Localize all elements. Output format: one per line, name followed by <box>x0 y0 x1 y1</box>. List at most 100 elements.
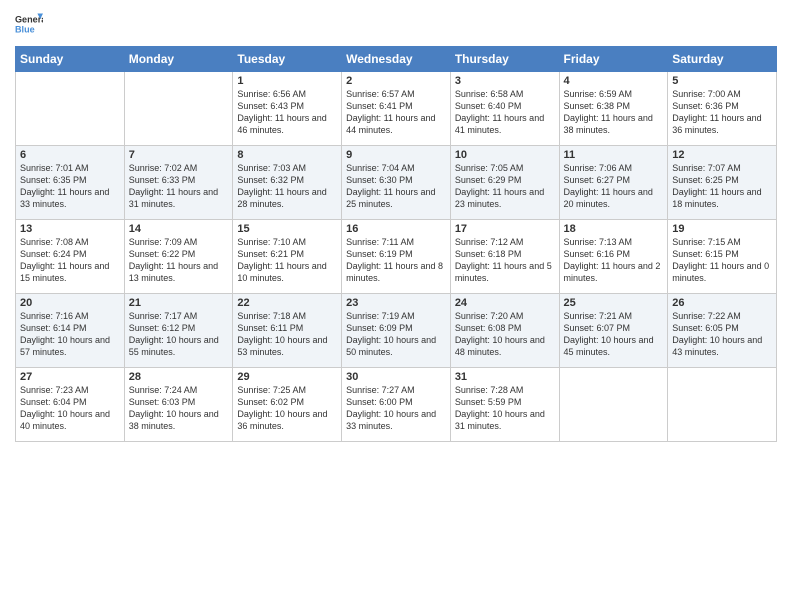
day-info: Sunrise: 6:58 AM Sunset: 6:40 PM Dayligh… <box>455 88 555 137</box>
day-number: 6 <box>20 149 120 161</box>
calendar-cell: 19Sunrise: 7:15 AM Sunset: 6:15 PM Dayli… <box>668 220 777 294</box>
day-info: Sunrise: 7:07 AM Sunset: 6:25 PM Dayligh… <box>672 162 772 211</box>
day-number: 13 <box>20 223 120 235</box>
calendar-cell: 31Sunrise: 7:28 AM Sunset: 5:59 PM Dayli… <box>450 368 559 442</box>
page: General Blue SundayMondayTuesdayWednesda… <box>0 0 792 612</box>
calendar-cell: 21Sunrise: 7:17 AM Sunset: 6:12 PM Dayli… <box>124 294 233 368</box>
calendar-header-row: SundayMondayTuesdayWednesdayThursdayFrid… <box>16 47 777 72</box>
calendar-cell: 27Sunrise: 7:23 AM Sunset: 6:04 PM Dayli… <box>16 368 125 442</box>
day-info: Sunrise: 7:00 AM Sunset: 6:36 PM Dayligh… <box>672 88 772 137</box>
day-number: 16 <box>346 223 446 235</box>
day-info: Sunrise: 7:10 AM Sunset: 6:21 PM Dayligh… <box>237 236 337 285</box>
day-number: 4 <box>564 75 664 87</box>
day-info: Sunrise: 7:12 AM Sunset: 6:18 PM Dayligh… <box>455 236 555 285</box>
calendar-cell <box>124 72 233 146</box>
calendar-cell: 26Sunrise: 7:22 AM Sunset: 6:05 PM Dayli… <box>668 294 777 368</box>
day-info: Sunrise: 7:13 AM Sunset: 6:16 PM Dayligh… <box>564 236 664 285</box>
day-number: 19 <box>672 223 772 235</box>
calendar-week-row: 6Sunrise: 7:01 AM Sunset: 6:35 PM Daylig… <box>16 146 777 220</box>
calendar-cell: 29Sunrise: 7:25 AM Sunset: 6:02 PM Dayli… <box>233 368 342 442</box>
calendar-cell: 14Sunrise: 7:09 AM Sunset: 6:22 PM Dayli… <box>124 220 233 294</box>
day-info: Sunrise: 7:17 AM Sunset: 6:12 PM Dayligh… <box>129 310 229 359</box>
day-number: 25 <box>564 297 664 309</box>
day-number: 29 <box>237 371 337 383</box>
calendar-cell: 22Sunrise: 7:18 AM Sunset: 6:11 PM Dayli… <box>233 294 342 368</box>
day-number: 28 <box>129 371 229 383</box>
day-of-week-header: Monday <box>124 47 233 72</box>
day-number: 22 <box>237 297 337 309</box>
day-number: 17 <box>455 223 555 235</box>
calendar-cell: 11Sunrise: 7:06 AM Sunset: 6:27 PM Dayli… <box>559 146 668 220</box>
calendar-cell: 9Sunrise: 7:04 AM Sunset: 6:30 PM Daylig… <box>342 146 451 220</box>
calendar-cell: 3Sunrise: 6:58 AM Sunset: 6:40 PM Daylig… <box>450 72 559 146</box>
day-info: Sunrise: 7:19 AM Sunset: 6:09 PM Dayligh… <box>346 310 446 359</box>
day-number: 26 <box>672 297 772 309</box>
calendar-cell: 16Sunrise: 7:11 AM Sunset: 6:19 PM Dayli… <box>342 220 451 294</box>
day-info: Sunrise: 6:56 AM Sunset: 6:43 PM Dayligh… <box>237 88 337 137</box>
day-info: Sunrise: 7:09 AM Sunset: 6:22 PM Dayligh… <box>129 236 229 285</box>
day-number: 7 <box>129 149 229 161</box>
calendar-cell: 18Sunrise: 7:13 AM Sunset: 6:16 PM Dayli… <box>559 220 668 294</box>
logo-icon: General Blue <box>15 10 43 38</box>
day-number: 20 <box>20 297 120 309</box>
calendar-cell: 8Sunrise: 7:03 AM Sunset: 6:32 PM Daylig… <box>233 146 342 220</box>
day-number: 2 <box>346 75 446 87</box>
calendar-cell: 15Sunrise: 7:10 AM Sunset: 6:21 PM Dayli… <box>233 220 342 294</box>
day-number: 5 <box>672 75 772 87</box>
day-number: 24 <box>455 297 555 309</box>
day-of-week-header: Wednesday <box>342 47 451 72</box>
day-of-week-header: Saturday <box>668 47 777 72</box>
day-info: Sunrise: 7:23 AM Sunset: 6:04 PM Dayligh… <box>20 384 120 433</box>
day-number: 14 <box>129 223 229 235</box>
day-number: 18 <box>564 223 664 235</box>
calendar-table: SundayMondayTuesdayWednesdayThursdayFrid… <box>15 46 777 442</box>
day-info: Sunrise: 6:57 AM Sunset: 6:41 PM Dayligh… <box>346 88 446 137</box>
day-info: Sunrise: 7:05 AM Sunset: 6:29 PM Dayligh… <box>455 162 555 211</box>
day-number: 30 <box>346 371 446 383</box>
day-info: Sunrise: 6:59 AM Sunset: 6:38 PM Dayligh… <box>564 88 664 137</box>
calendar-cell: 17Sunrise: 7:12 AM Sunset: 6:18 PM Dayli… <box>450 220 559 294</box>
calendar-cell: 20Sunrise: 7:16 AM Sunset: 6:14 PM Dayli… <box>16 294 125 368</box>
calendar-cell: 13Sunrise: 7:08 AM Sunset: 6:24 PM Dayli… <box>16 220 125 294</box>
day-info: Sunrise: 7:11 AM Sunset: 6:19 PM Dayligh… <box>346 236 446 285</box>
svg-text:Blue: Blue <box>15 24 35 34</box>
day-info: Sunrise: 7:24 AM Sunset: 6:03 PM Dayligh… <box>129 384 229 433</box>
day-info: Sunrise: 7:21 AM Sunset: 6:07 PM Dayligh… <box>564 310 664 359</box>
day-of-week-header: Sunday <box>16 47 125 72</box>
day-number: 3 <box>455 75 555 87</box>
day-info: Sunrise: 7:16 AM Sunset: 6:14 PM Dayligh… <box>20 310 120 359</box>
day-info: Sunrise: 7:01 AM Sunset: 6:35 PM Dayligh… <box>20 162 120 211</box>
calendar-cell <box>16 72 125 146</box>
day-number: 12 <box>672 149 772 161</box>
day-info: Sunrise: 7:02 AM Sunset: 6:33 PM Dayligh… <box>129 162 229 211</box>
calendar-cell: 12Sunrise: 7:07 AM Sunset: 6:25 PM Dayli… <box>668 146 777 220</box>
day-info: Sunrise: 7:15 AM Sunset: 6:15 PM Dayligh… <box>672 236 772 285</box>
calendar-cell: 30Sunrise: 7:27 AM Sunset: 6:00 PM Dayli… <box>342 368 451 442</box>
calendar-cell: 25Sunrise: 7:21 AM Sunset: 6:07 PM Dayli… <box>559 294 668 368</box>
day-info: Sunrise: 7:03 AM Sunset: 6:32 PM Dayligh… <box>237 162 337 211</box>
day-number: 31 <box>455 371 555 383</box>
day-number: 23 <box>346 297 446 309</box>
calendar-week-row: 13Sunrise: 7:08 AM Sunset: 6:24 PM Dayli… <box>16 220 777 294</box>
calendar-cell: 1Sunrise: 6:56 AM Sunset: 6:43 PM Daylig… <box>233 72 342 146</box>
logo: General Blue <box>15 10 43 38</box>
day-number: 15 <box>237 223 337 235</box>
calendar-cell <box>668 368 777 442</box>
day-number: 10 <box>455 149 555 161</box>
day-number: 27 <box>20 371 120 383</box>
calendar-cell <box>559 368 668 442</box>
day-info: Sunrise: 7:04 AM Sunset: 6:30 PM Dayligh… <box>346 162 446 211</box>
day-of-week-header: Tuesday <box>233 47 342 72</box>
day-number: 21 <box>129 297 229 309</box>
day-info: Sunrise: 7:27 AM Sunset: 6:00 PM Dayligh… <box>346 384 446 433</box>
day-info: Sunrise: 7:25 AM Sunset: 6:02 PM Dayligh… <box>237 384 337 433</box>
day-info: Sunrise: 7:18 AM Sunset: 6:11 PM Dayligh… <box>237 310 337 359</box>
day-info: Sunrise: 7:06 AM Sunset: 6:27 PM Dayligh… <box>564 162 664 211</box>
day-info: Sunrise: 7:28 AM Sunset: 5:59 PM Dayligh… <box>455 384 555 433</box>
day-of-week-header: Friday <box>559 47 668 72</box>
calendar-cell: 10Sunrise: 7:05 AM Sunset: 6:29 PM Dayli… <box>450 146 559 220</box>
calendar-cell: 24Sunrise: 7:20 AM Sunset: 6:08 PM Dayli… <box>450 294 559 368</box>
calendar-cell: 28Sunrise: 7:24 AM Sunset: 6:03 PM Dayli… <box>124 368 233 442</box>
calendar-cell: 23Sunrise: 7:19 AM Sunset: 6:09 PM Dayli… <box>342 294 451 368</box>
day-of-week-header: Thursday <box>450 47 559 72</box>
